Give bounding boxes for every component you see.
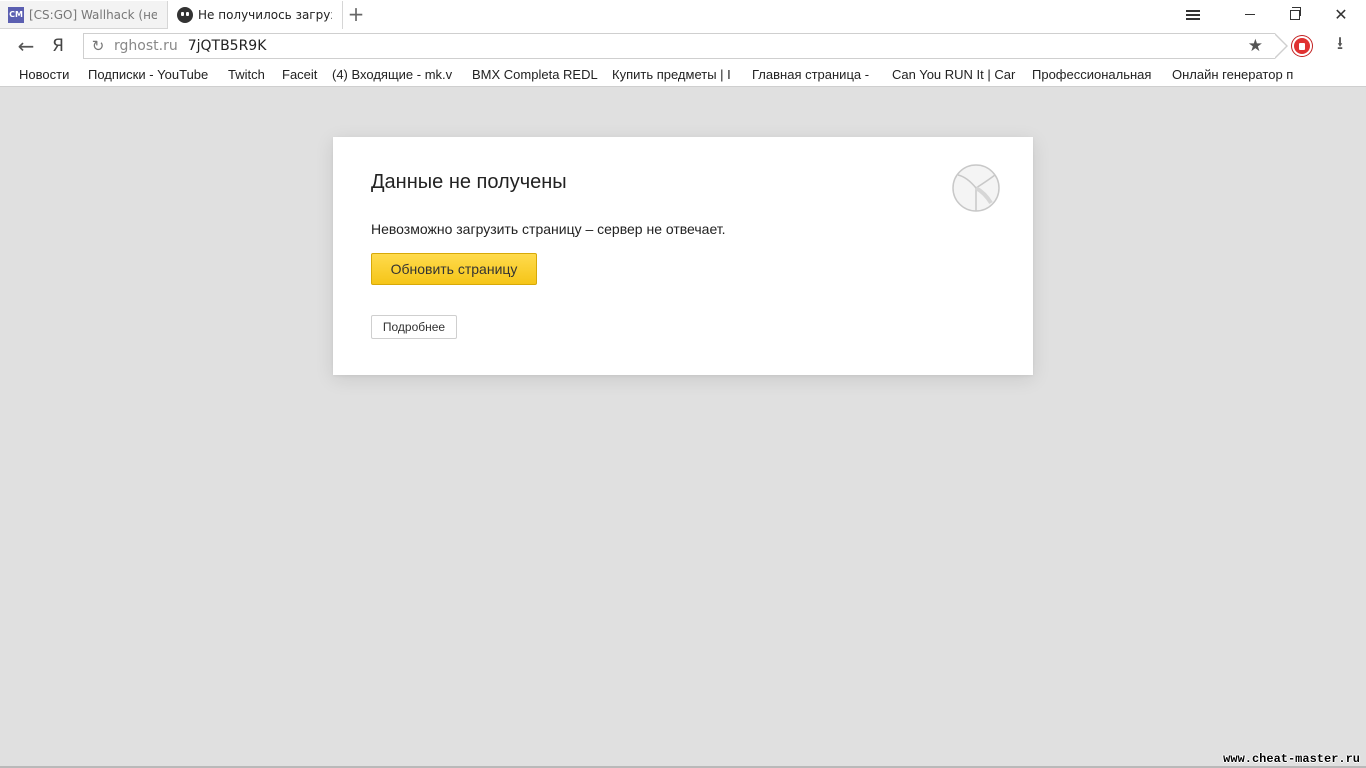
reload-page-button[interactable]: Обновить страницу	[371, 253, 537, 285]
bookmark-item[interactable]: (4) Входящие - mk.v	[332, 66, 458, 84]
minimize-button[interactable]	[1227, 0, 1273, 29]
new-tab-button[interactable]: +	[346, 4, 366, 24]
bookmark-item[interactable]: BMX Completa REDL	[472, 66, 598, 84]
url-path: 7jQTB5R9K	[187, 38, 267, 54]
hamburger-icon	[1186, 9, 1200, 20]
close-window-button[interactable]: ✕	[1318, 0, 1364, 29]
tab-title: Не получилось загруз	[198, 8, 332, 22]
bookmark-item[interactable]: Купить предметы | I	[612, 66, 738, 84]
bookmark-item[interactable]: Подписки - YouTube	[88, 66, 214, 84]
yandex-browser-logo-icon	[952, 164, 1000, 212]
adblock-extension-icon[interactable]	[1292, 36, 1312, 56]
watermark: www.cheat-master.ru	[1223, 752, 1360, 766]
star-icon[interactable]: ★	[1248, 36, 1263, 56]
address-bar[interactable]: ↻ rghost.ru 7jQTB5R9K ★	[83, 33, 1288, 59]
cm-favicon-icon: CM	[8, 6, 24, 23]
details-button[interactable]: Подробнее	[371, 315, 457, 339]
arrow-left-icon: ←	[17, 34, 35, 58]
download-icon[interactable]: ⭳	[1328, 33, 1352, 58]
tab-title: [CS:GO] Wallhack (не т	[29, 7, 157, 22]
tab-strip: CM [CS:GO] Wallhack (не т Не получилось …	[0, 0, 1366, 29]
bookmark-item[interactable]: Главная страница -	[752, 66, 878, 84]
minimize-icon	[1245, 14, 1255, 15]
bookmark-item[interactable]: Онлайн генератор п	[1172, 66, 1298, 84]
url-host: rghost.ru	[114, 38, 178, 54]
restore-icon	[1290, 6, 1301, 20]
tab-csgo-wallhack[interactable]: CM [CS:GO] Wallhack (не т	[0, 1, 168, 29]
error-title: Данные не получены	[371, 171, 567, 193]
close-icon: ✕	[1334, 4, 1348, 24]
error-card: Данные не получены Невозможно загрузить …	[333, 137, 1033, 375]
reload-icon[interactable]: ↻	[84, 37, 112, 55]
yandex-button[interactable]: Я	[46, 34, 70, 58]
restore-button[interactable]	[1272, 0, 1318, 29]
back-button[interactable]: ←	[14, 34, 38, 58]
ghost-favicon-icon	[177, 7, 193, 23]
bookmark-item[interactable]: Faceit	[282, 66, 322, 84]
error-message: Невозможно загрузить страницу – сервер н…	[371, 221, 726, 237]
menu-button[interactable]	[1170, 0, 1216, 29]
bookmark-item[interactable]: Профессиональная	[1032, 66, 1158, 84]
bookmark-item[interactable]: Новости	[19, 66, 77, 84]
tab-load-error[interactable]: Не получилось загруз	[169, 1, 343, 29]
bookmark-item[interactable]: Twitch	[228, 66, 272, 84]
navigation-toolbar: ← Я ↻ rghost.ru 7jQTB5R9K ★ ⭳	[0, 29, 1366, 63]
bookmark-item[interactable]: Can You RUN It | Car	[892, 66, 1018, 84]
bookmarks-bar: Новости Подписки - YouTube Twitch Faceit…	[0, 63, 1366, 87]
